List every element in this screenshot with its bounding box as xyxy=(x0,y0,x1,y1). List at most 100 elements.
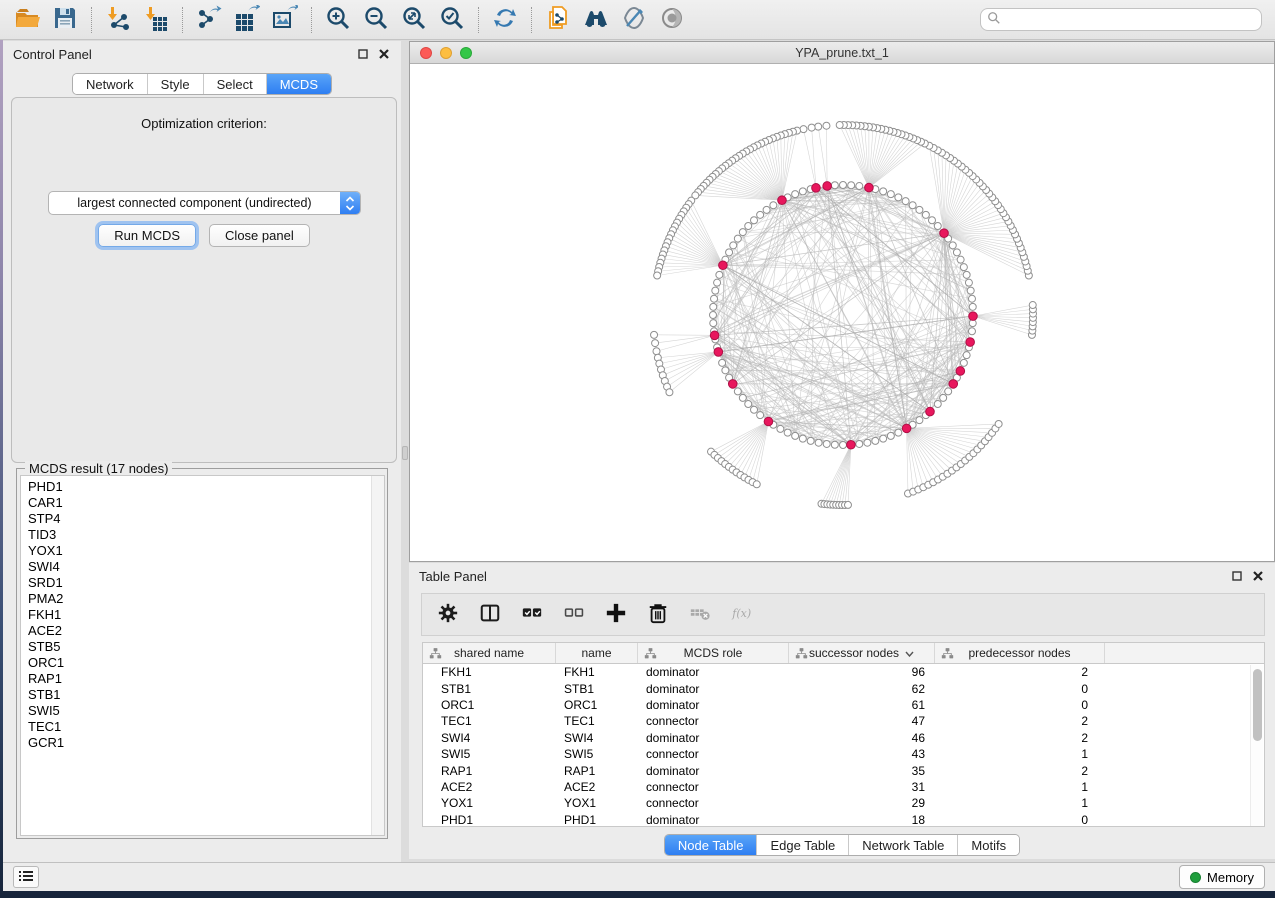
search-box[interactable] xyxy=(980,8,1262,31)
deselect-all-button[interactable] xyxy=(560,601,588,629)
table-row[interactable]: SWI5SWI5connector431 xyxy=(423,746,1264,762)
result-node[interactable]: STP4 xyxy=(28,511,384,527)
zoom-selected-button[interactable] xyxy=(433,4,471,36)
mcds-hub-node[interactable] xyxy=(949,380,958,389)
network-canvas[interactable] xyxy=(410,64,1274,561)
result-node[interactable]: STB5 xyxy=(28,639,384,655)
network-node[interactable] xyxy=(856,440,863,447)
network-node[interactable] xyxy=(887,432,894,439)
network-node[interactable] xyxy=(934,223,941,230)
network-node[interactable] xyxy=(945,388,952,395)
result-node[interactable]: RAP1 xyxy=(28,671,384,687)
tab-mcds[interactable]: MCDS xyxy=(266,74,331,94)
tab-network-table[interactable]: Network Table xyxy=(848,835,957,855)
mcds-hub-node[interactable] xyxy=(902,424,911,433)
float-icon[interactable] xyxy=(1230,569,1244,583)
result-node[interactable]: SWI4 xyxy=(28,559,384,575)
import-network-button[interactable] xyxy=(99,4,137,36)
close-panel-button[interactable]: Close panel xyxy=(209,224,310,247)
search-input[interactable] xyxy=(1001,10,1261,29)
network-node[interactable] xyxy=(730,242,737,249)
column-header-successor-nodes[interactable]: successor nodes xyxy=(789,643,935,663)
network-node[interactable] xyxy=(960,359,967,366)
network-node[interactable] xyxy=(934,400,941,407)
mcds-hub-node[interactable] xyxy=(710,331,719,340)
network-node[interactable] xyxy=(757,211,764,218)
network-node[interactable] xyxy=(734,235,741,242)
column-header-shared-name[interactable]: shared name xyxy=(423,643,556,663)
network-node[interactable] xyxy=(864,439,871,446)
import-table-button[interactable] xyxy=(137,4,175,36)
network-node[interactable] xyxy=(967,287,974,294)
network-node[interactable] xyxy=(916,206,923,213)
table-row[interactable]: STB1STB1dominator620 xyxy=(423,680,1264,696)
table-row[interactable]: RAP1RAP1dominator352 xyxy=(423,762,1264,778)
network-node[interactable] xyxy=(831,182,838,189)
result-node[interactable]: FKH1 xyxy=(28,607,384,623)
result-node[interactable]: ORC1 xyxy=(28,655,384,671)
export-image-button[interactable] xyxy=(266,4,304,36)
network-node[interactable] xyxy=(722,367,729,374)
tab-style[interactable]: Style xyxy=(147,74,203,94)
result-node[interactable]: CAR1 xyxy=(28,495,384,511)
table-row[interactable]: ACE2ACE2connector311 xyxy=(423,779,1264,795)
mcds-hub-node[interactable] xyxy=(812,184,821,193)
vertical-splitter-handle[interactable] xyxy=(402,446,408,460)
network-node[interactable] xyxy=(799,188,806,195)
network-node[interactable] xyxy=(836,122,843,129)
result-node[interactable]: TID3 xyxy=(28,527,384,543)
result-node[interactable]: SRD1 xyxy=(28,575,384,591)
tab-select[interactable]: Select xyxy=(203,74,266,94)
zoom-out-button[interactable] xyxy=(357,4,395,36)
export-table-button[interactable] xyxy=(228,4,266,36)
network-node[interactable] xyxy=(745,400,752,407)
network-node[interactable] xyxy=(710,320,717,327)
open-folder-button[interactable] xyxy=(8,4,46,36)
result-node[interactable]: SWI5 xyxy=(28,703,384,719)
network-node[interactable] xyxy=(957,256,964,263)
network-node[interactable] xyxy=(995,420,1002,427)
network-node[interactable] xyxy=(712,287,719,294)
network-node[interactable] xyxy=(753,481,760,488)
run-mcds-button[interactable]: Run MCDS xyxy=(98,224,196,247)
network-node[interactable] xyxy=(726,249,733,256)
table-scrollbar-thumb[interactable] xyxy=(1253,669,1262,741)
mcds-hub-node[interactable] xyxy=(847,440,856,449)
network-node[interactable] xyxy=(792,432,799,439)
network-node[interactable] xyxy=(1029,302,1036,309)
network-node[interactable] xyxy=(653,348,660,355)
network-node[interactable] xyxy=(922,211,929,218)
network-node[interactable] xyxy=(880,188,887,195)
mcds-result-list[interactable]: PHD1CAR1STP4TID3YOX1SWI4SRD1PMA2FKH1ACE2… xyxy=(20,475,385,836)
network-node[interactable] xyxy=(963,271,970,278)
mcds-hub-node[interactable] xyxy=(956,367,965,376)
delete-button[interactable] xyxy=(644,601,672,629)
network-node[interactable] xyxy=(895,194,902,201)
select-all-button[interactable] xyxy=(518,601,546,629)
network-node[interactable] xyxy=(716,271,723,278)
save-button[interactable] xyxy=(46,4,84,36)
mcds-hub-node[interactable] xyxy=(714,348,723,357)
result-node[interactable]: GCR1 xyxy=(28,735,384,751)
close-window-icon[interactable] xyxy=(420,47,432,59)
network-node[interactable] xyxy=(848,182,855,189)
network-node[interactable] xyxy=(844,501,851,508)
network-node[interactable] xyxy=(751,406,758,413)
mcds-hub-node[interactable] xyxy=(764,417,773,426)
zoom-in-button[interactable] xyxy=(319,4,357,36)
network-node[interactable] xyxy=(963,352,970,359)
result-list-scrollbar[interactable] xyxy=(371,476,384,835)
network-node[interactable] xyxy=(799,435,806,442)
network-node[interactable] xyxy=(916,417,923,424)
network-window-titlebar[interactable]: YPA_prune.txt_1 xyxy=(410,42,1274,64)
table-row[interactable]: FKH1FKH1dominator962 xyxy=(423,664,1264,680)
refresh-button[interactable] xyxy=(486,4,524,36)
network-node[interactable] xyxy=(840,442,847,449)
column-header-name[interactable]: name xyxy=(556,643,638,663)
minimize-window-icon[interactable] xyxy=(440,47,452,59)
network-node[interactable] xyxy=(757,412,764,419)
network-node[interactable] xyxy=(652,340,659,347)
network-node[interactable] xyxy=(739,229,746,236)
result-node[interactable]: TEC1 xyxy=(28,719,384,735)
tab-network[interactable]: Network xyxy=(73,74,147,94)
